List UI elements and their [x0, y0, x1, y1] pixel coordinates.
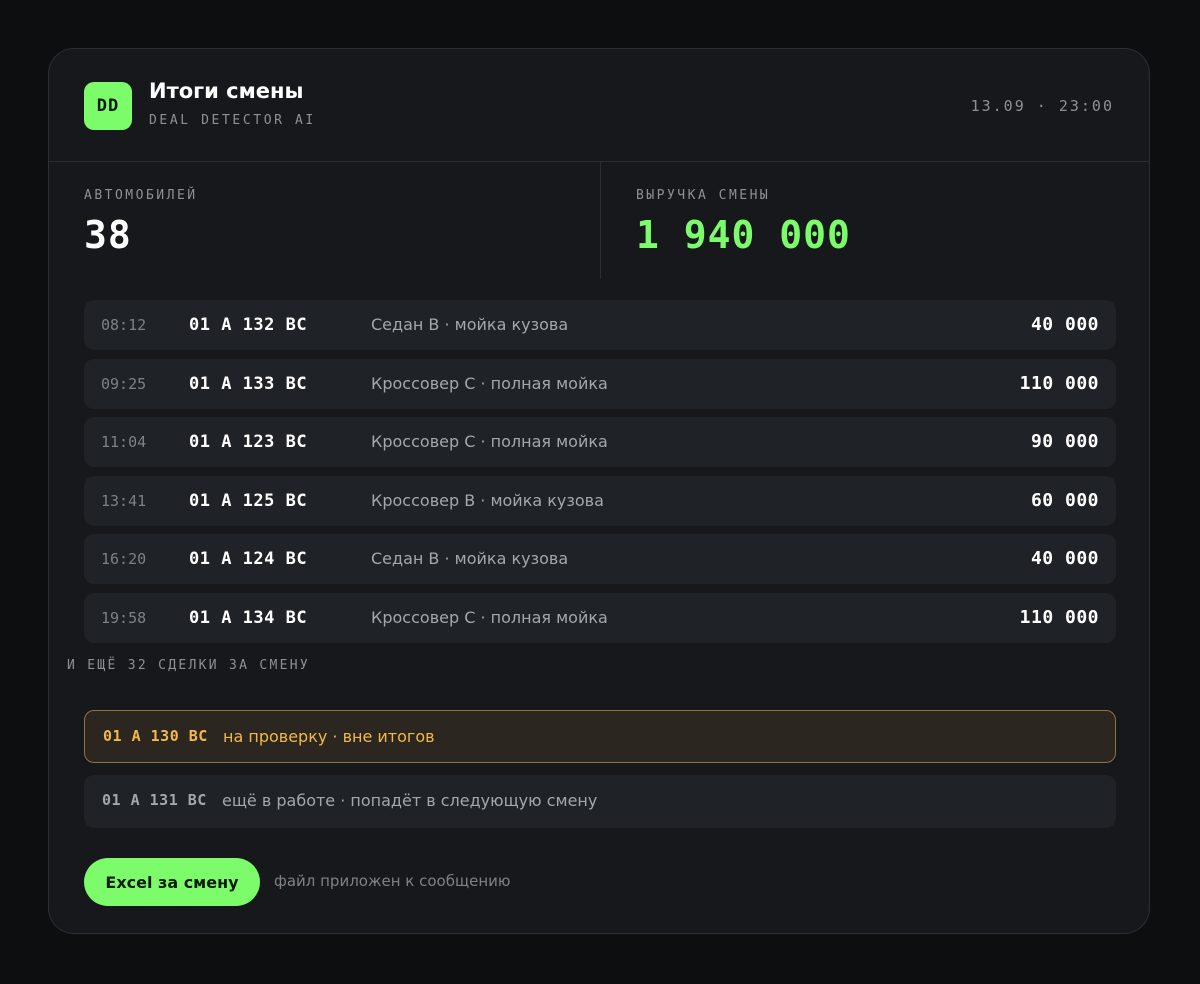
deal-time: 09:25	[101, 374, 147, 393]
deal-description: Кроссовер C · полная мойка	[371, 607, 608, 627]
revenue-value: 1 940 000	[636, 213, 851, 257]
review-text: на проверку · вне итогов	[223, 727, 435, 746]
card-header: DD Итоги смены DEAL DETECTOR AI 13.09 · …	[49, 49, 1149, 162]
deal-amount: 90 000	[1030, 431, 1099, 453]
deal-plate: 01 A 123 BC	[189, 432, 308, 453]
review-plate: 01 A 130 BC	[103, 727, 208, 745]
stats-panel: АВТОМОБИЛЕЙ 38 ВЫРУЧКА СМЕНЫ 1 940 000	[49, 161, 1149, 279]
deal-time: 13:41	[101, 491, 147, 510]
shift-summary-card: DD Итоги смены DEAL DETECTOR AI 13.09 · …	[48, 48, 1150, 934]
in-progress-plate: 01 A 131 BC	[102, 791, 207, 809]
deal-description: Кроссовер C · полная мойка	[371, 373, 608, 393]
deal-amount: 40 000	[1030, 314, 1099, 335]
stats-divider	[600, 161, 601, 279]
deal-description: Седан B · мойка кузова	[371, 315, 569, 334]
deal-description: Седан B · мойка кузова	[371, 549, 569, 569]
deal-amount: 60 000	[1030, 489, 1099, 511]
excel-download-button[interactable]: Excel за смену	[84, 858, 260, 906]
more-deals-note: И ЕЩЁ 32 СДЕЛКИ ЗА СМЕНУ	[67, 658, 311, 673]
deal-amount: 110 000	[1019, 606, 1099, 628]
deal-row: 13:41 01 A 125 BC Кроссовер B · мойка ку…	[84, 475, 1116, 526]
card-title: Итоги смены	[149, 79, 304, 103]
deal-plate: 01 A 133 BC	[189, 373, 308, 394]
deal-amount: 110 000	[1019, 372, 1099, 394]
deal-description: Кроссовер C · полная мойка	[371, 432, 608, 452]
in-progress-row: 01 A 131 BC ещё в работе · попадёт в сле…	[84, 775, 1116, 828]
deal-row: 08:12 01 A 132 BC Седан B · мойка кузова…	[84, 300, 1116, 350]
cars-value: 38	[84, 213, 132, 257]
in-progress-text: ещё в работе · попадёт в следующую смену	[222, 791, 598, 810]
deal-row: 19:58 01 A 134 BC Кроссовер C · полная м…	[84, 592, 1116, 643]
deal-amount: 40 000	[1030, 548, 1099, 570]
deal-time: 16:20	[101, 550, 147, 569]
deals-list: 08:12 01 A 132 BC Седан B · мойка кузова…	[84, 300, 1116, 652]
attachment-note: файл приложен к сообщению	[274, 872, 511, 890]
deal-plate: 01 A 125 BC	[189, 490, 308, 511]
deal-row: 09:25 01 A 133 BC Кроссовер C · полная м…	[84, 358, 1116, 409]
deal-plate: 01 A 132 BC	[189, 315, 308, 335]
app-logo: DD	[84, 82, 132, 130]
app-subtitle: DEAL DETECTOR AI	[149, 113, 316, 128]
cars-label: АВТОМОБИЛЕЙ	[84, 188, 198, 203]
deal-time: 19:58	[101, 608, 147, 627]
revenue-label: ВЫРУЧКА СМЕНЫ	[636, 188, 771, 203]
deal-row: 16:20 01 A 124 BC Седан B · мойка кузова…	[84, 534, 1116, 585]
deal-time: 11:04	[101, 433, 147, 452]
deal-description: Кроссовер B · мойка кузова	[371, 490, 604, 510]
deal-plate: 01 A 134 BC	[189, 607, 308, 628]
deal-row: 11:04 01 A 123 BC Кроссовер C · полная м…	[84, 417, 1116, 468]
deal-time: 08:12	[101, 316, 147, 334]
review-flag-row: 01 A 130 BC на проверку · вне итогов	[84, 710, 1116, 763]
shift-datetime: 13.09 · 23:00	[970, 97, 1114, 115]
deal-plate: 01 A 124 BC	[189, 549, 308, 570]
